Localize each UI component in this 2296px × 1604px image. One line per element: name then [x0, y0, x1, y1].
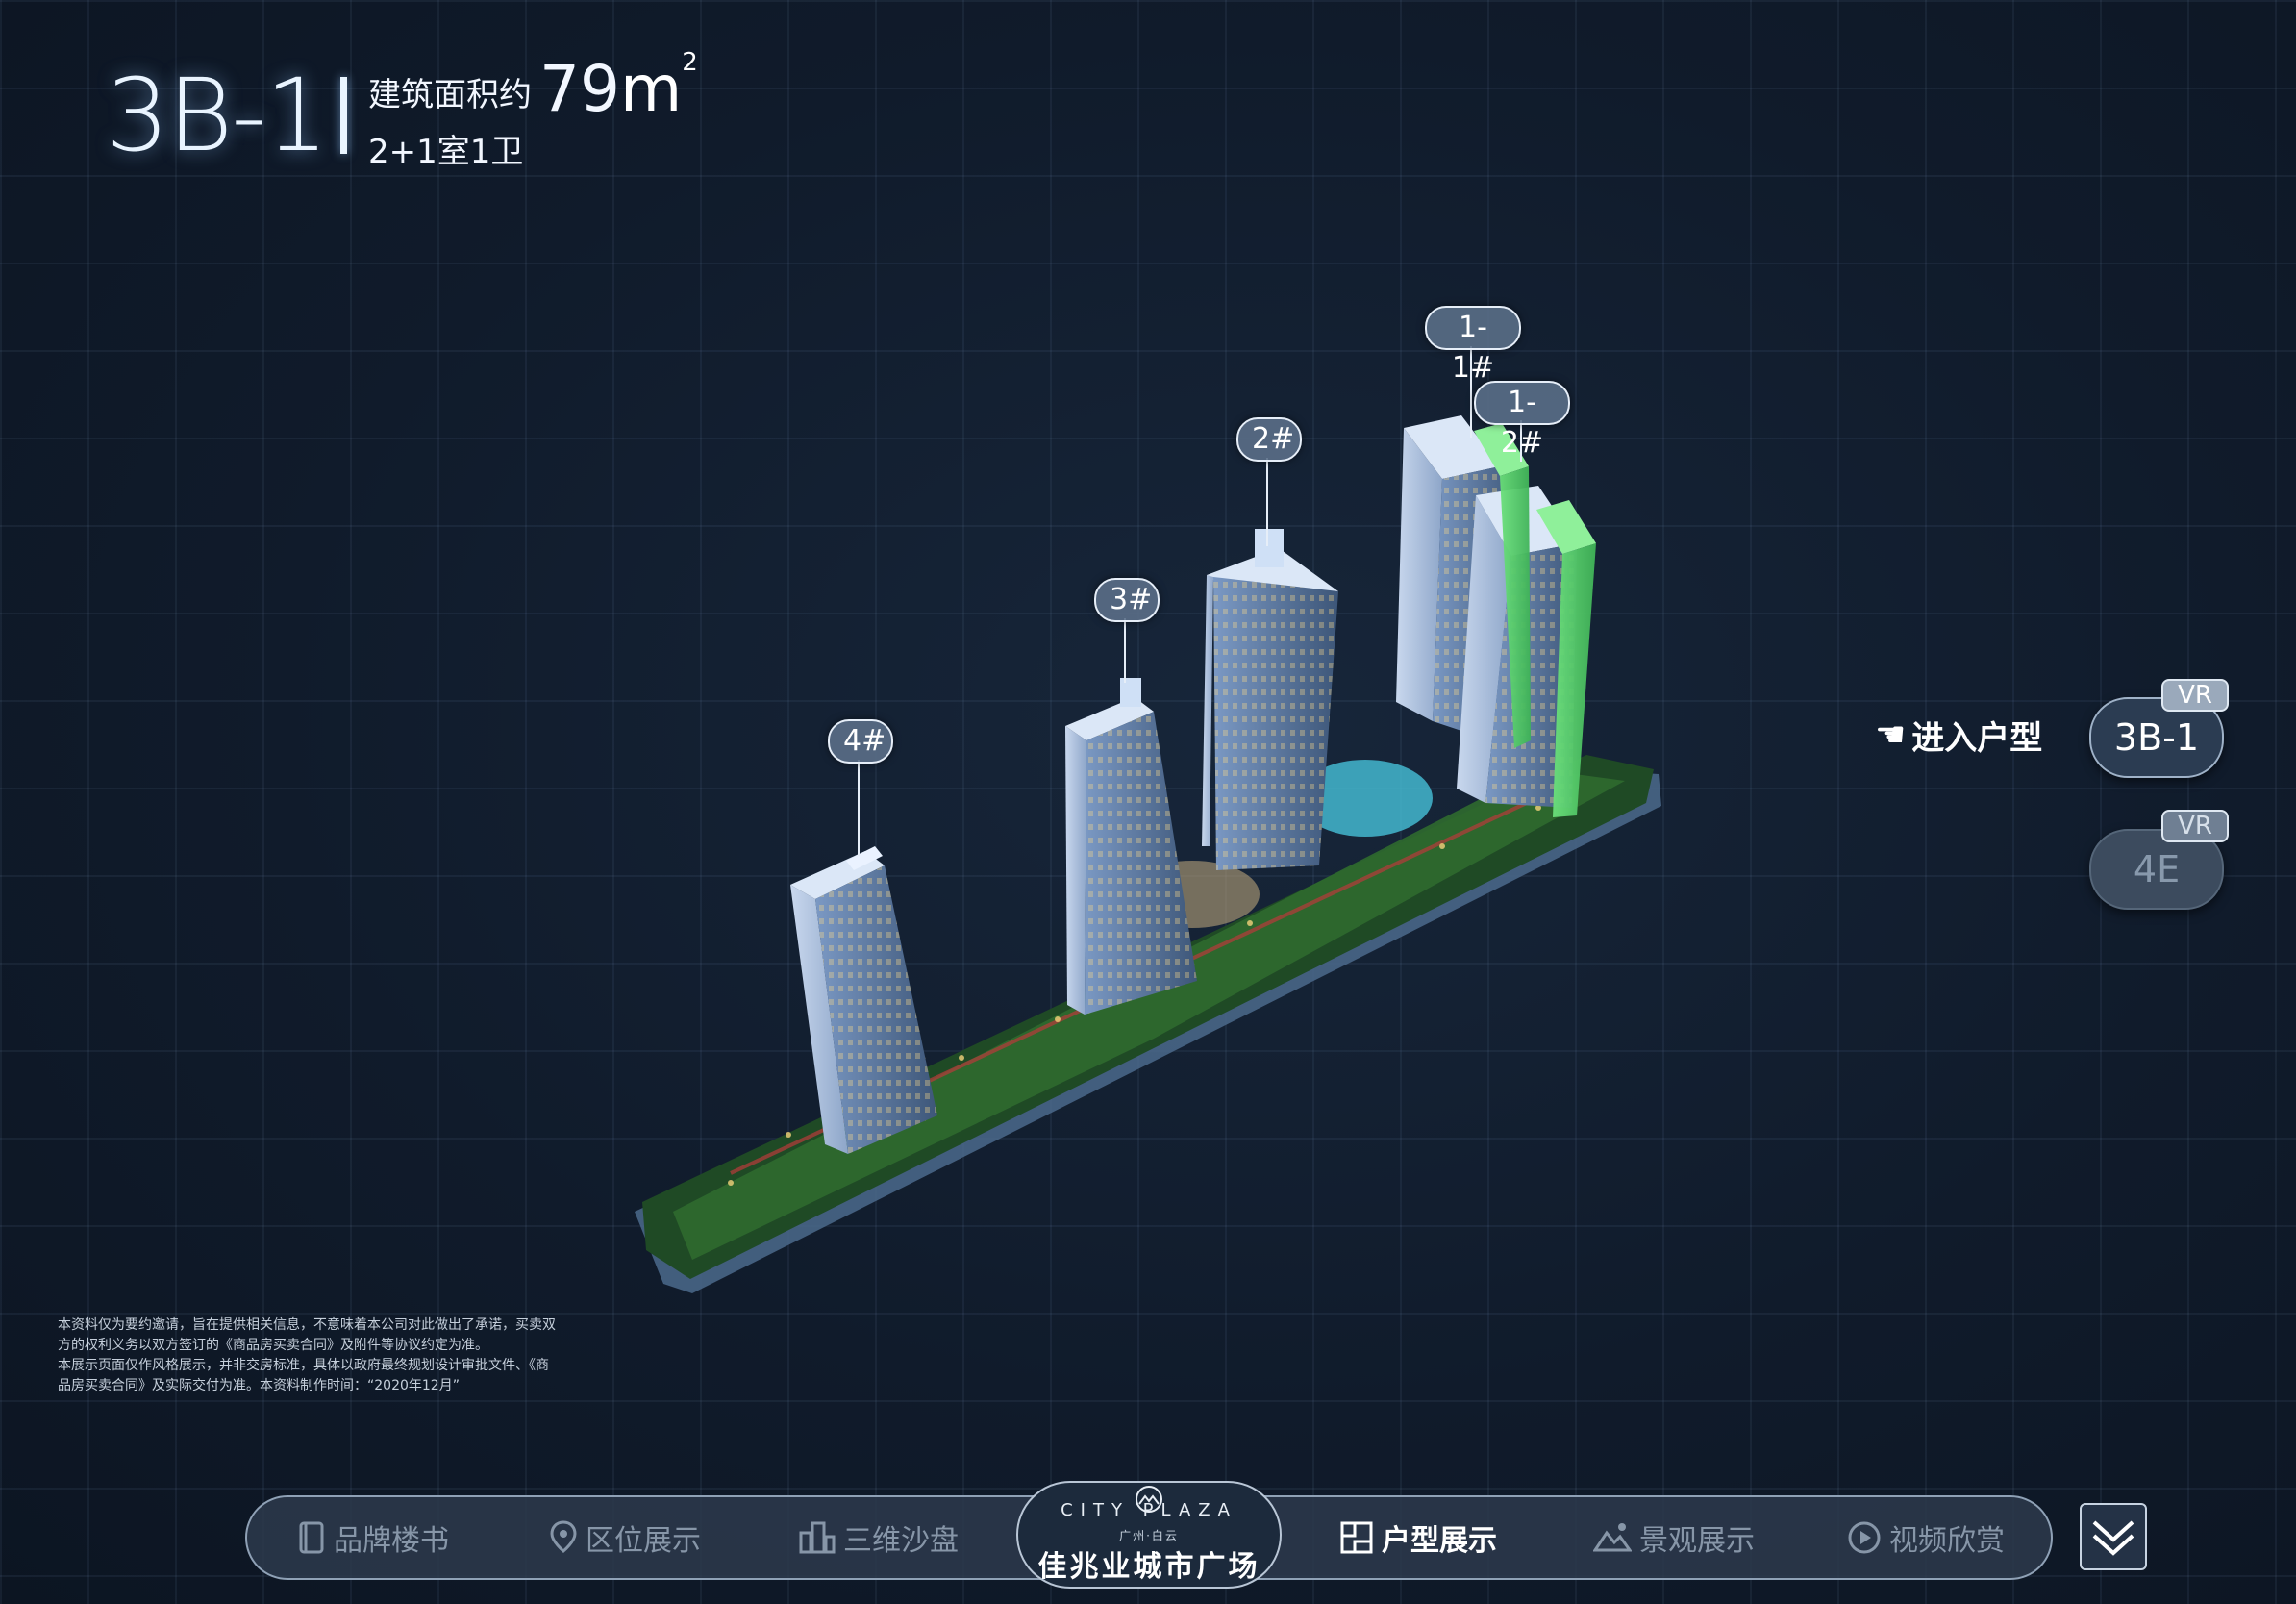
nav-label: 景观展示	[1639, 1524, 1755, 1558]
play-icon	[1848, 1521, 1881, 1554]
building-4[interactable]	[790, 846, 937, 1154]
pointing-hand-icon: ☚	[1875, 715, 1907, 755]
building-3[interactable]	[1065, 678, 1197, 1015]
building-2[interactable]	[1202, 529, 1338, 870]
disclaimer-line: 方的权利义务以双方签订的《商品房买卖合同》及附件等协议约定为准。	[58, 1338, 488, 1353]
double-chevron-down-icon	[2092, 1520, 2134, 1556]
nav-label: 品牌楼书	[334, 1524, 449, 1558]
nav-video[interactable]: 视频欣赏	[1847, 1497, 2005, 1578]
vr-badge-4e[interactable]: VR	[2161, 810, 2229, 842]
app-stage: 3B-1 建筑面积约 79 m2 2+1室1卫 1-1# 1-2# 2# 3# …	[0, 0, 2296, 1604]
buildings-icon	[799, 1521, 836, 1554]
building-tag-2[interactable]: 2#	[1236, 417, 1302, 462]
building-tag-1-2[interactable]: 1-2#	[1474, 381, 1570, 460]
location-pin-icon	[550, 1520, 577, 1553]
enter-unit-label: 进入户型	[1911, 719, 2043, 758]
floorplan-icon	[1340, 1521, 1373, 1554]
nav-3d-sandtable[interactable]: 三维沙盘	[797, 1497, 959, 1578]
logo-text-en: CITY PLAZA	[1061, 1500, 1237, 1520]
nav-label: 户型展示	[1382, 1524, 1497, 1558]
home-logo-button[interactable]: CITY PLAZA 广州·白云 佳兆业城市广场	[1016, 1481, 1282, 1589]
disclaimer-line: 本展示页面仅作风格展示，并非交房标准，具体以政府最终规划设计审批文件、《商	[58, 1358, 549, 1373]
building-tag-4[interactable]: 4#	[828, 719, 893, 764]
disclaimer-line: 品房买卖合同》及实际交付为准。本资料制作时间：“2020年12月”	[58, 1378, 460, 1393]
nav-label: 视频欣赏	[1889, 1524, 2005, 1558]
nav-floorplan[interactable]: 户型展示	[1339, 1497, 1497, 1578]
enter-unit-link[interactable]: ☚ 进入户型	[1875, 712, 2042, 759]
collapse-button[interactable]	[2080, 1503, 2147, 1570]
landscape-icon	[1593, 1523, 1632, 1552]
nav-landscape[interactable]: 景观展示	[1593, 1497, 1755, 1578]
building-tag-3[interactable]: 3#	[1094, 578, 1160, 622]
book-icon	[299, 1521, 324, 1554]
nav-label: 区位展示	[586, 1524, 701, 1558]
building-tag-1-1[interactable]: 1-1#	[1425, 306, 1521, 385]
disclaimer-line: 本资料仅为要约邀请，旨在提供相关信息，不意味着本公司对此做出了承诺，买卖双	[58, 1317, 556, 1333]
legal-disclaimer: 本资料仅为要约邀请，旨在提供相关信息，不意味着本公司对此做出了承诺，买卖双 方的…	[58, 1316, 596, 1396]
logo-text-city: 广州·白云	[1119, 1529, 1179, 1542]
nav-location[interactable]: 区位展示	[549, 1497, 701, 1578]
nav-label: 三维沙盘	[843, 1524, 959, 1558]
logo-text-cn: 佳兆业城市广场	[1037, 1550, 1260, 1584]
nav-brand-book[interactable]: 品牌楼书	[297, 1497, 449, 1578]
vr-badge-3b-1[interactable]: VR	[2161, 679, 2229, 712]
